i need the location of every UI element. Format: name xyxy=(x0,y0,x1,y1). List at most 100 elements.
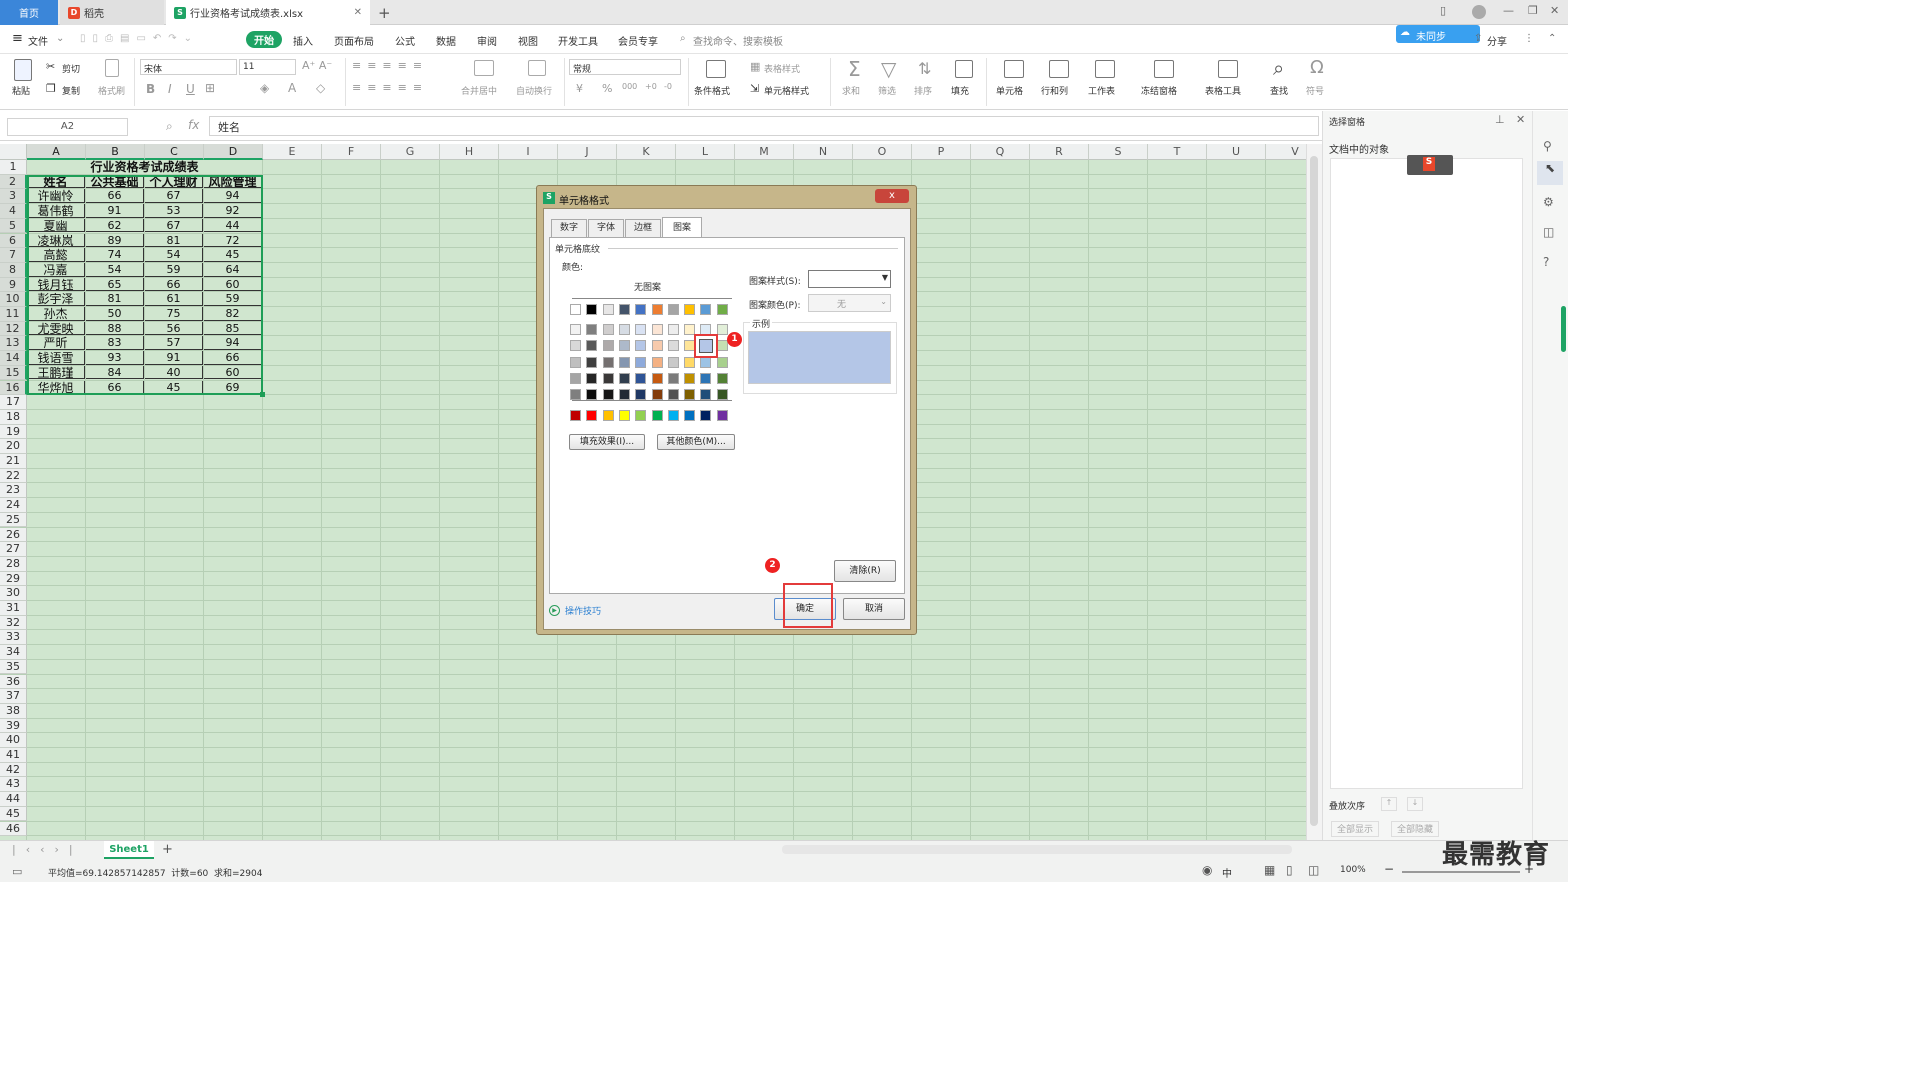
score-cell[interactable]: 60 xyxy=(204,365,262,380)
wrap-icon[interactable] xyxy=(528,60,546,76)
color-swatch[interactable] xyxy=(586,304,598,315)
menu-data[interactable]: 数据 xyxy=(436,33,456,48)
column-header[interactable]: B xyxy=(86,144,145,160)
italic-button[interactable]: I xyxy=(168,82,172,96)
color-swatch[interactable] xyxy=(667,324,679,335)
move-down-icon[interactable]: ↓ xyxy=(1407,797,1423,811)
score-cell[interactable]: 82 xyxy=(204,307,262,321)
row-header[interactable]: 7 xyxy=(0,248,27,263)
row-header[interactable]: 11 xyxy=(0,307,27,322)
filter-button[interactable]: 筛选 xyxy=(878,84,896,97)
color-swatch[interactable] xyxy=(635,389,647,401)
column-header[interactable]: H xyxy=(440,144,499,160)
row-header[interactable]: 45 xyxy=(0,806,27,822)
row-header[interactable]: 13 xyxy=(0,336,27,352)
score-cell[interactable]: 64 xyxy=(204,262,262,277)
color-swatch[interactable] xyxy=(651,324,663,335)
score-cell[interactable]: 69 xyxy=(204,380,262,395)
fill-handle[interactable] xyxy=(260,392,265,398)
freeze-panes-button[interactable]: 冻结窗格 xyxy=(1141,84,1177,97)
column-header[interactable]: R xyxy=(1030,144,1089,160)
score-cell[interactable]: 50 xyxy=(86,307,144,321)
paste-icon[interactable] xyxy=(14,59,32,81)
score-cell[interactable]: 53 xyxy=(145,204,203,218)
row-header[interactable]: 19 xyxy=(0,424,27,440)
color-swatch[interactable] xyxy=(716,410,728,421)
nav-arrows[interactable]: |‹‹›| xyxy=(12,843,83,856)
restore-icon[interactable]: ❐ xyxy=(1528,4,1538,17)
score-cell[interactable]: 84 xyxy=(86,365,144,380)
row-header[interactable]: 3 xyxy=(0,189,27,205)
scroll-thumb[interactable] xyxy=(1310,156,1318,826)
decrease-decimal-button[interactable]: -0 xyxy=(664,82,672,91)
name-cell[interactable]: 高懿 xyxy=(27,248,85,262)
menu-review[interactable]: 审阅 xyxy=(477,33,497,48)
zoom-icon[interactable]: ⌕ xyxy=(166,119,173,134)
hamburger-icon[interactable]: ≡ xyxy=(12,31,23,46)
search-icon[interactable]: ⌕ xyxy=(680,33,686,44)
name-cell[interactable]: 钱月钰 xyxy=(27,277,85,292)
color-swatch[interactable] xyxy=(651,304,663,315)
wrap-text-button[interactable]: 自动换行 xyxy=(516,84,552,97)
settings-icon[interactable]: ⚙ xyxy=(1543,195,1554,209)
column-header[interactable]: T xyxy=(1148,144,1207,160)
row-header[interactable]: 9 xyxy=(0,277,27,293)
column-header[interactable]: Q xyxy=(971,144,1030,160)
menu-start[interactable]: 开始 xyxy=(246,31,282,48)
zoom-level[interactable]: 100% xyxy=(1340,865,1366,875)
minimize-icon[interactable]: — xyxy=(1503,4,1514,17)
score-cell[interactable]: 59 xyxy=(204,292,262,306)
row-header[interactable]: 44 xyxy=(0,792,27,807)
column-header[interactable]: S xyxy=(1089,144,1148,160)
row-header[interactable]: 2 xyxy=(0,174,27,190)
worksheet-button[interactable]: 工作表 xyxy=(1088,84,1115,97)
score-cell[interactable]: 65 xyxy=(86,277,144,292)
color-swatch[interactable] xyxy=(651,410,663,421)
chevron-down-icon[interactable]: ⌄ xyxy=(56,33,64,44)
score-cell[interactable]: 60 xyxy=(204,277,262,292)
color-swatch[interactable] xyxy=(651,372,663,384)
column-header[interactable]: D xyxy=(204,144,263,160)
score-cell[interactable]: 45 xyxy=(145,380,203,395)
column-header[interactable]: G xyxy=(381,144,440,160)
score-cell[interactable]: 66 xyxy=(86,189,144,204)
tab-workbook[interactable]: S 行业资格考试成绩表.xlsx ✕ xyxy=(166,0,370,25)
font-grow-shrink-icons[interactable]: A⁺ A⁻ xyxy=(302,59,332,72)
cell-style-button[interactable]: 单元格样式 xyxy=(764,84,809,97)
row-header[interactable]: 46 xyxy=(0,821,27,837)
score-cell[interactable]: 89 xyxy=(86,233,144,248)
sort-button[interactable]: 排序 xyxy=(914,84,932,97)
table-style-button[interactable]: 表格样式 xyxy=(764,62,800,75)
color-swatch[interactable] xyxy=(635,410,647,421)
color-swatch[interactable] xyxy=(667,410,679,421)
column-header[interactable]: A xyxy=(27,144,86,160)
add-sheet-button[interactable]: + xyxy=(162,842,173,857)
row-header[interactable]: 17 xyxy=(0,395,27,410)
border-icon[interactable]: ⊞ xyxy=(205,81,215,95)
tips-link[interactable]: 操作技巧 xyxy=(565,604,601,617)
row-header[interactable]: 28 xyxy=(0,556,27,572)
row-header[interactable]: 23 xyxy=(0,483,27,499)
color-swatch[interactable] xyxy=(618,389,630,401)
sheet-tab-sheet1[interactable]: Sheet1 xyxy=(104,841,154,859)
conditional-format-icon[interactable] xyxy=(706,60,726,78)
row-header[interactable]: 41 xyxy=(0,748,27,763)
tab-pattern[interactable]: 图案 xyxy=(662,217,702,238)
clear-button[interactable]: 清除(R) xyxy=(834,560,896,582)
eye-icon[interactable]: ◉ xyxy=(1202,863,1212,877)
column-header[interactable]: C xyxy=(145,144,204,160)
color-swatch[interactable] xyxy=(651,340,663,352)
row-header[interactable]: 29 xyxy=(0,571,27,587)
row-header[interactable]: 40 xyxy=(0,733,27,748)
score-cell[interactable]: 44 xyxy=(204,218,262,233)
fill-icon[interactable] xyxy=(955,60,973,78)
backup-icon[interactable]: ◫ xyxy=(1543,225,1554,239)
column-header[interactable]: K xyxy=(617,144,676,160)
score-cell[interactable]: 81 xyxy=(86,292,144,306)
macro-icon[interactable]: ▭ xyxy=(12,865,22,878)
color-swatch[interactable] xyxy=(570,324,581,335)
row-header[interactable]: 35 xyxy=(0,659,27,675)
color-swatch[interactable] xyxy=(570,356,581,368)
fill-effects-button[interactable]: 填充效果(I)... xyxy=(569,434,645,450)
color-swatch[interactable] xyxy=(602,410,614,421)
